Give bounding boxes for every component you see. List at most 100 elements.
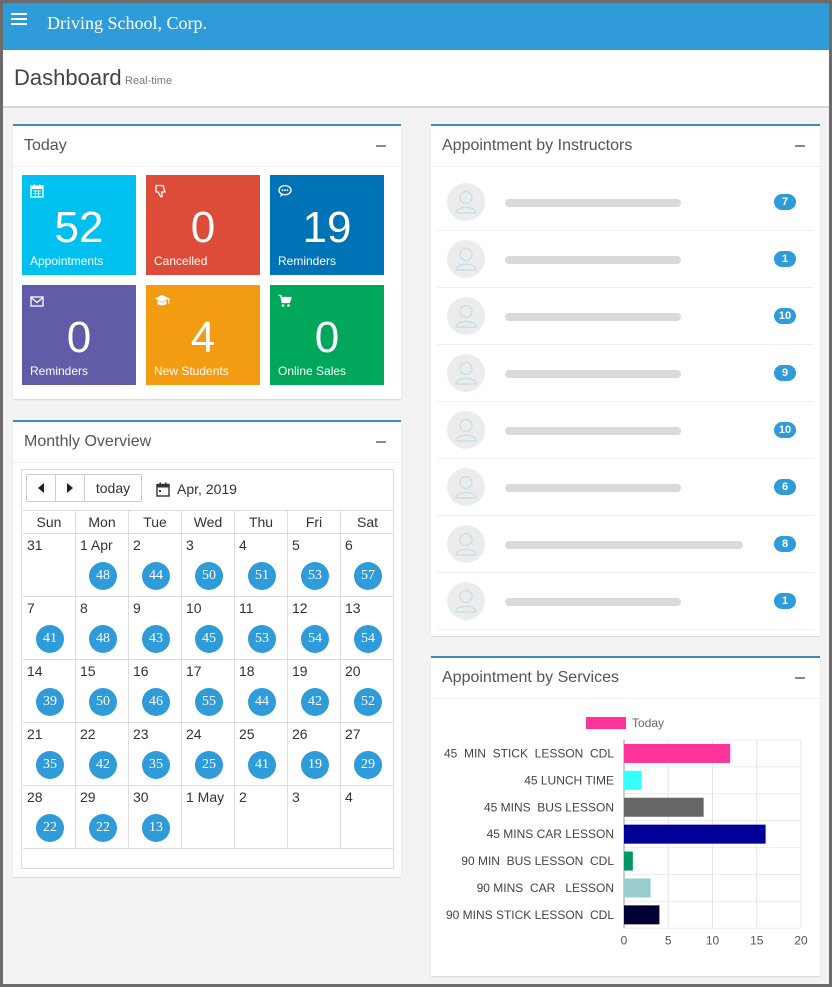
- calendar-day-cell[interactable]: 29 22: [76, 786, 129, 848]
- appointment-count-badge[interactable]: 50: [89, 688, 117, 716]
- calendar-day-cell[interactable]: 25 41: [235, 723, 288, 785]
- appointment-count-badge[interactable]: 41: [248, 751, 276, 779]
- instructor-row[interactable]: 10: [437, 402, 814, 459]
- calendar-day-cell[interactable]: 22 42: [76, 723, 129, 785]
- appointment-count-badge[interactable]: 43: [142, 625, 170, 653]
- appointment-count-badge[interactable]: 55: [195, 688, 223, 716]
- appointment-count-badge[interactable]: 35: [142, 751, 170, 779]
- calendar-day-cell[interactable]: 26 19: [288, 723, 341, 785]
- day-number: 11: [239, 600, 254, 616]
- appointment-count-badge[interactable]: 51: [248, 562, 276, 590]
- calendar-day-cell[interactable]: 6 57: [341, 534, 394, 596]
- collapse-icon[interactable]: [795, 145, 805, 147]
- appointment-count-badge[interactable]: 29: [354, 751, 382, 779]
- stat-tile-appointments[interactable]: 52 Appointments: [22, 175, 136, 275]
- day-number: 26: [292, 726, 308, 742]
- calendar-day-cell[interactable]: 15 50: [76, 660, 129, 722]
- today-button[interactable]: today: [85, 475, 141, 501]
- appointment-count-badge[interactable]: 22: [36, 814, 64, 842]
- appointment-count-badge[interactable]: 42: [301, 688, 329, 716]
- hamburger-menu-icon[interactable]: [11, 13, 27, 29]
- calendar-day-cell[interactable]: 18 44: [235, 660, 288, 722]
- calendar-day-cell[interactable]: 4 51: [235, 534, 288, 596]
- stat-tile-reminders[interactable]: 19 Reminders: [270, 175, 384, 275]
- collapse-icon[interactable]: [795, 677, 805, 679]
- calendar-day-cell[interactable]: 19 42: [288, 660, 341, 722]
- calendar-day-cell[interactable]: 11 53: [235, 597, 288, 659]
- instructor-name-placeholder: [505, 370, 681, 378]
- calendar-day-cell[interactable]: 12 54: [288, 597, 341, 659]
- appointment-count-badge[interactable]: 44: [142, 562, 170, 590]
- instructor-row[interactable]: 9: [437, 345, 814, 402]
- calendar-day-cell[interactable]: 1 Apr 48: [76, 534, 129, 596]
- stat-tile-online-sales[interactable]: 0 Online Sales: [270, 285, 384, 385]
- appointment-count-badge[interactable]: 48: [89, 625, 117, 653]
- calendar-day-cell[interactable]: 30 13: [129, 786, 182, 848]
- appointment-count-badge[interactable]: 46: [142, 688, 170, 716]
- calendar-month-label: Apr, 2019: [177, 481, 237, 497]
- appointment-count-badge[interactable]: 53: [248, 625, 276, 653]
- calendar-day-cell[interactable]: 21 35: [23, 723, 76, 785]
- calendar-day-cell[interactable]: 8 48: [76, 597, 129, 659]
- stat-tile-cancelled[interactable]: 0 Cancelled: [146, 175, 260, 275]
- calendar-day-cell[interactable]: 7 41: [23, 597, 76, 659]
- appointment-count-badge[interactable]: 44: [248, 688, 276, 716]
- appointment-count-badge[interactable]: 54: [301, 625, 329, 653]
- instructor-row[interactable]: 7: [437, 174, 814, 231]
- calendar-day-cell[interactable]: 10 45: [182, 597, 235, 659]
- calendar-day-cell[interactable]: 13 54: [341, 597, 394, 659]
- appointment-count-badge[interactable]: 52: [354, 688, 382, 716]
- collapse-icon[interactable]: [376, 441, 386, 443]
- instructor-row[interactable]: 1: [437, 573, 814, 630]
- appointment-count-badge[interactable]: 22: [89, 814, 117, 842]
- appointment-count-badge[interactable]: 19: [301, 751, 329, 779]
- prev-month-button[interactable]: [27, 475, 56, 501]
- calendar-day-cell[interactable]: 16 46: [129, 660, 182, 722]
- appointment-count-badge[interactable]: 50: [195, 562, 223, 590]
- instructor-row[interactable]: 10: [437, 288, 814, 345]
- calendar-day-cell[interactable]: 3: [288, 786, 341, 848]
- calendar-day-cell[interactable]: 24 25: [182, 723, 235, 785]
- weekday-label: Fri: [288, 511, 341, 533]
- calendar-day-cell[interactable]: 17 55: [182, 660, 235, 722]
- appointment-count-badge[interactable]: 57: [354, 562, 382, 590]
- calendar-day-cell[interactable]: 31: [23, 534, 76, 596]
- next-month-button[interactable]: [56, 475, 85, 501]
- instructor-row[interactable]: 1: [437, 231, 814, 288]
- appointment-count-badge[interactable]: 53: [301, 562, 329, 590]
- calendar-day-cell[interactable]: 5 53: [288, 534, 341, 596]
- appointment-count-badge[interactable]: 25: [195, 751, 223, 779]
- stat-value: 0: [190, 203, 216, 252]
- calendar-month[interactable]: Apr, 2019: [156, 481, 237, 497]
- calendar-day-cell[interactable]: 23 35: [129, 723, 182, 785]
- calendar-day-cell[interactable]: 1 May: [182, 786, 235, 848]
- instructor-row[interactable]: 8: [437, 516, 814, 573]
- appointment-count-badge[interactable]: 48: [89, 562, 117, 590]
- calendar-day-cell[interactable]: 28 22: [23, 786, 76, 848]
- day-number: 17: [186, 663, 202, 679]
- services-chart-container: Today 0 5 10 15 20 45 MIN STICK LESSON CDL 45 L…: [431, 706, 819, 976]
- calendar-day-cell[interactable]: 2: [235, 786, 288, 848]
- brand-name[interactable]: Driving School, Corp.: [47, 13, 207, 34]
- calendar-day-cell[interactable]: 2 44: [129, 534, 182, 596]
- bar: [624, 770, 642, 790]
- calendar-day-cell[interactable]: 4: [341, 786, 394, 848]
- calendar-day-cell[interactable]: 3 50: [182, 534, 235, 596]
- calendar-day-cell[interactable]: 14 39: [23, 660, 76, 722]
- appointment-count-badge[interactable]: 13: [142, 814, 170, 842]
- calendar-day-cell[interactable]: 9 43: [129, 597, 182, 659]
- appointment-count-badge[interactable]: 54: [354, 625, 382, 653]
- calendar-day-cell[interactable]: 20 52: [341, 660, 394, 722]
- appointment-count-badge[interactable]: 39: [36, 688, 64, 716]
- stat-tile-reminders[interactable]: 0 Reminders: [22, 285, 136, 385]
- appointment-count-badge[interactable]: 35: [36, 751, 64, 779]
- monthly-overview-title: Monthly Overview: [24, 433, 152, 450]
- avatar: [447, 297, 485, 335]
- instructor-row[interactable]: 6: [437, 459, 814, 516]
- stat-tile-new-students[interactable]: 4 New Students: [146, 285, 260, 385]
- calendar-day-cell[interactable]: 27 29: [341, 723, 394, 785]
- collapse-icon[interactable]: [376, 145, 386, 147]
- appointment-count-badge[interactable]: 41: [36, 625, 64, 653]
- appointment-count-badge[interactable]: 42: [89, 751, 117, 779]
- appointment-count-badge[interactable]: 45: [195, 625, 223, 653]
